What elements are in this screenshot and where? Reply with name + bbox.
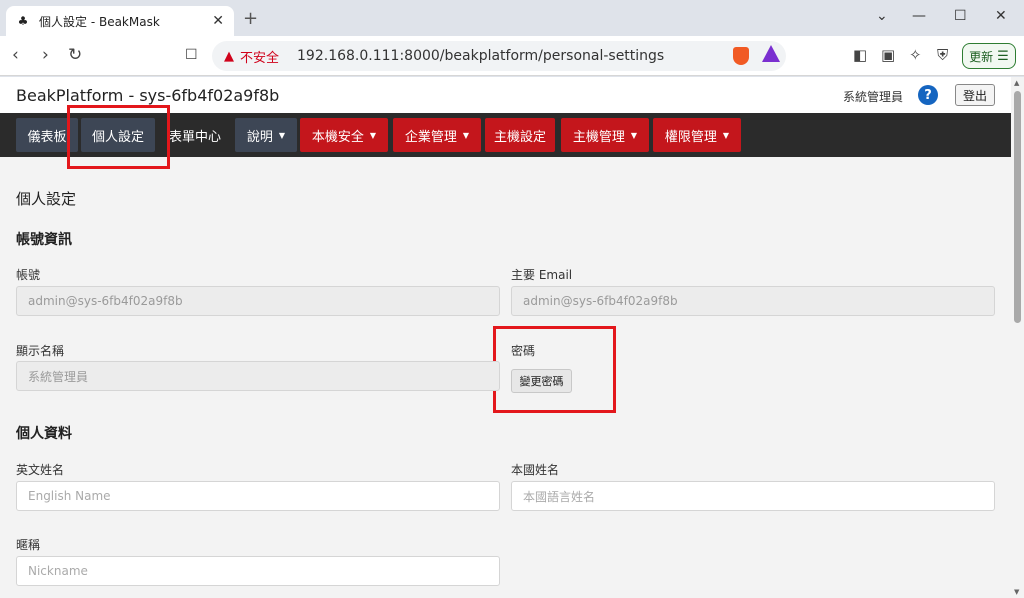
nav-label: 主機管理 <box>572 129 625 145</box>
caret-down-icon: ▼ <box>630 130 638 140</box>
nav-label: 權限管理 <box>664 129 717 145</box>
display-name-label: 顯示名稱 <box>16 344 65 358</box>
nav-label: 本機安全 <box>311 129 364 145</box>
tab-search-chevron-icon[interactable]: ⌄ <box>876 8 888 24</box>
caret-down-icon: ▼ <box>369 130 377 140</box>
native-name-label: 本國姓名 <box>511 463 560 477</box>
update-button[interactable]: 更新 ☰ <box>962 43 1016 69</box>
bookmark-icon[interactable]: ☐ <box>185 47 198 63</box>
display-name-field[interactable]: 系統管理員 <box>16 361 500 391</box>
email-label: 主要 Email <box>511 268 573 282</box>
caret-down-icon: ▼ <box>722 130 730 140</box>
address-bar[interactable]: ▲ 不安全 192.168.0.111:8000/beakplatform/pe… <box>212 41 786 71</box>
brave-shields-icon[interactable] <box>733 47 749 65</box>
help-icon[interactable]: ? <box>918 85 938 105</box>
profile-section-title: 個人資料 <box>16 426 72 442</box>
warning-triangle-icon: ▲ <box>224 48 234 64</box>
current-username: 系統管理員 <box>843 90 904 104</box>
email-field[interactable]: admin@sys-6fb4f02a9f8b <box>511 286 995 316</box>
nav-form-center[interactable]: 表單中心 <box>160 118 230 152</box>
scrollbar-thumb[interactable] <box>1014 91 1021 323</box>
url-text[interactable]: 192.168.0.111:8000/beakplatform/personal… <box>297 48 664 64</box>
minimize-window-icon[interactable]: — <box>912 8 926 24</box>
nav-host-settings[interactable]: 主機設定 <box>485 118 555 152</box>
new-tab-button[interactable]: + <box>243 8 258 29</box>
nav-label: 儀表板 <box>27 129 67 145</box>
logout-button[interactable]: 登出 <box>955 84 995 106</box>
display-name-value: 系統管理員 <box>28 369 89 384</box>
scroll-up-arrow-icon[interactable]: ▲ <box>1014 79 1019 87</box>
nav-local-security[interactable]: 本機安全 ▼ <box>300 118 388 152</box>
nav-label: 企業管理 <box>404 129 457 145</box>
caret-down-icon: ▼ <box>462 130 470 140</box>
nav-label: 主機設定 <box>493 129 546 145</box>
scroll-down-arrow-icon[interactable]: ▼ <box>1014 588 1019 596</box>
nav-permission-management[interactable]: 權限管理 ▼ <box>653 118 741 152</box>
tab-close-icon[interactable]: ✕ <box>212 13 224 29</box>
menu-icon: ☰ <box>997 48 1009 64</box>
reload-icon[interactable]: ↻ <box>68 45 82 65</box>
account-value: admin@sys-6fb4f02a9f8b <box>28 294 183 308</box>
sidebar-icon[interactable]: ◧ <box>853 46 867 64</box>
nav-help[interactable]: 說明 ▼ <box>235 118 297 152</box>
account-label: 帳號 <box>16 268 41 282</box>
nickname-input[interactable]: Nickname <box>16 556 500 586</box>
update-label: 更新 <box>969 49 994 64</box>
change-password-button[interactable]: 變更密碼 <box>511 369 572 393</box>
wallet-icon[interactable]: ▣ <box>881 46 895 64</box>
account-field[interactable]: admin@sys-6fb4f02a9f8b <box>16 286 500 316</box>
nav-host-management[interactable]: 主機管理 ▼ <box>561 118 649 152</box>
english-name-input[interactable]: English Name <box>16 481 500 511</box>
browser-tab-strip: ♣ 個人設定 - BeakMask ✕ + ⌄ — ☐ ✕ <box>0 0 1024 36</box>
nickname-label: 暱稱 <box>16 538 41 552</box>
english-name-placeholder: English Name <box>28 489 111 503</box>
beakmask-favicon-icon: ♣ <box>17 14 29 28</box>
password-label: 密碼 <box>511 344 536 358</box>
brave-rewards-icon[interactable] <box>762 45 780 62</box>
vpn-shield-icon[interactable]: ⛨ <box>937 46 948 64</box>
native-name-input[interactable]: 本國語言姓名 <box>511 481 995 511</box>
tab-title: 個人設定 - BeakMask <box>39 14 160 29</box>
close-window-icon[interactable]: ✕ <box>995 8 1007 24</box>
nav-label: 說明 <box>246 129 273 145</box>
native-name-placeholder: 本國語言姓名 <box>523 489 596 504</box>
maximize-window-icon[interactable]: ☐ <box>954 8 967 24</box>
english-name-label: 英文姓名 <box>16 463 65 477</box>
browser-tab[interactable]: ♣ 個人設定 - BeakMask ✕ <box>6 6 234 36</box>
account-section-title: 帳號資訊 <box>16 232 72 248</box>
nav-label: 表單中心 <box>168 129 221 145</box>
highlight-box-personal-settings <box>67 105 170 169</box>
security-status[interactable]: 不安全 <box>240 47 279 66</box>
nav-enterprise-management[interactable]: 企業管理 ▼ <box>393 118 481 152</box>
page-title: 個人設定 <box>16 190 77 208</box>
web-page: BeakPlatform - sys-6fb4f02a9f8b 系統管理員 ? … <box>0 77 1024 598</box>
caret-down-icon: ▼ <box>278 130 286 140</box>
forward-icon[interactable]: › <box>42 45 49 65</box>
email-value: admin@sys-6fb4f02a9f8b <box>523 294 678 308</box>
nickname-placeholder: Nickname <box>28 564 88 578</box>
page-scrollbar[interactable]: ▲ ▼ <box>1011 77 1024 598</box>
leo-ai-icon[interactable]: ✧ <box>909 46 922 64</box>
brand-title: BeakPlatform - sys-6fb4f02a9f8b <box>16 86 280 105</box>
back-icon[interactable]: ‹ <box>12 45 19 65</box>
browser-toolbar: ‹ › ↻ ☐ ▲ 不安全 192.168.0.111:8000/beakpla… <box>0 36 1024 76</box>
